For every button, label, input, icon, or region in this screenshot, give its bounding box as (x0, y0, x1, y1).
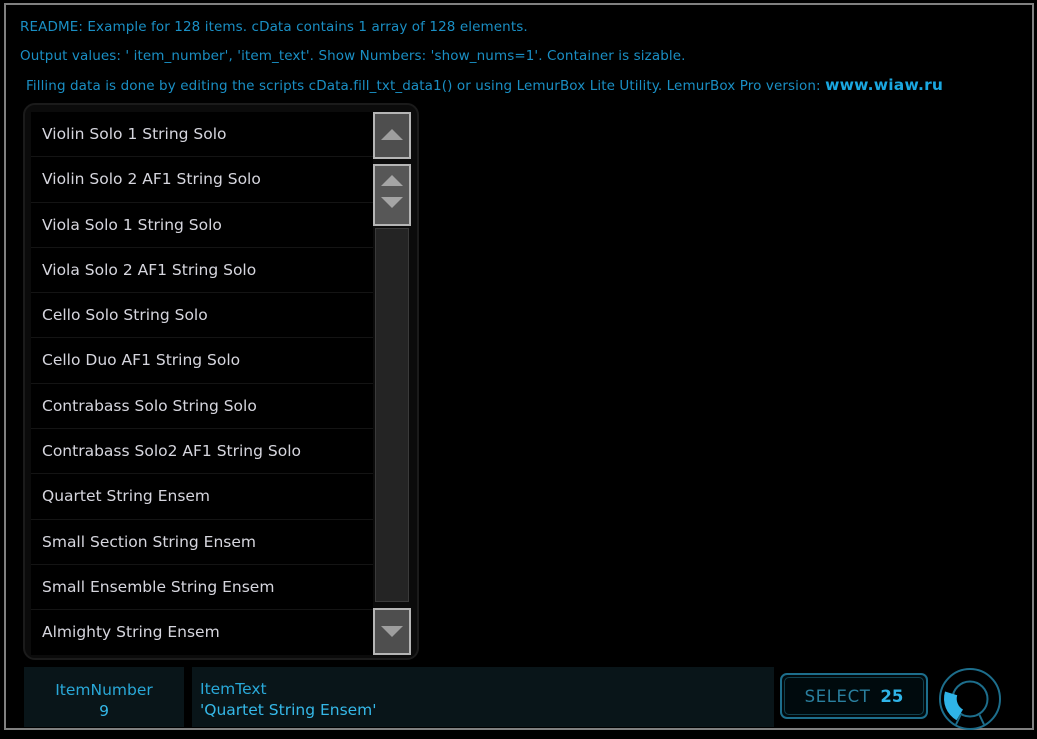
website-link[interactable]: www.wiaw.ru (825, 76, 943, 94)
readme-header: README: Example for 128 items. cData con… (18, 13, 1018, 101)
window-frame: README: Example for 128 items. cData con… (4, 3, 1034, 730)
scroll-up-button[interactable] (373, 112, 411, 159)
select-button[interactable]: SELECT 25 (780, 673, 928, 719)
list-item[interactable]: Contrabass Solo2 AF1 String Solo (31, 429, 373, 475)
list-item[interactable]: Quartet String Ensem (31, 474, 373, 520)
item-text-value: 'Quartet String Ensem' (200, 701, 377, 719)
item-text-panel: ItemText 'Quartet String Ensem' (192, 667, 774, 727)
item-number-label: ItemNumber (55, 681, 153, 699)
item-text-label: ItemText (200, 680, 267, 698)
list-item[interactable]: Small Section String Ensem (31, 519, 373, 565)
list-item[interactable]: Cello Solo String Solo (31, 293, 373, 339)
list-item[interactable]: Violin Solo 2 AF1 String Solo (31, 157, 373, 203)
triangle-up-icon (381, 129, 403, 140)
item-number-panel: ItemNumber 9 (24, 667, 184, 727)
readme-line-1: README: Example for 128 items. cData con… (20, 19, 528, 35)
scroll-down-button[interactable] (373, 608, 411, 655)
readme-line-3: Filling data is done by editing the scri… (18, 71, 1018, 101)
select-button-label: SELECT (804, 686, 871, 706)
select-button-value: 25 (880, 686, 904, 706)
item-list-viewport[interactable]: Violin Solo 1 String Solo Violin Solo 2 … (31, 112, 373, 655)
rotary-knob-icon (939, 668, 1001, 730)
item-list-container[interactable]: Violin Solo 1 String Solo Violin Solo 2 … (23, 103, 419, 660)
scrollbar-thumb[interactable] (373, 164, 411, 226)
readme-line-2: Output values: ' item_number', 'item_tex… (20, 48, 686, 64)
list-item[interactable]: Violin Solo 1 String Solo (31, 112, 373, 158)
triangle-down-icon (381, 626, 403, 637)
list-scrollbar[interactable] (373, 112, 411, 655)
list-item[interactable]: Cello Duo AF1 String Solo (31, 338, 373, 384)
list-item[interactable]: Almighty String Ensem (31, 610, 373, 655)
list-item[interactable]: Viola Solo 1 String Solo (31, 202, 373, 248)
item-number-value: 9 (99, 702, 109, 720)
triangle-up-icon (381, 175, 403, 186)
readme-line-3-text: Filling data is done by editing the scri… (26, 78, 821, 94)
rotary-knob[interactable] (934, 663, 1006, 735)
bottom-output-bar: ItemNumber 9 ItemText 'Quartet String En… (14, 665, 1032, 729)
app-window: README: Example for 128 items. cData con… (0, 0, 1037, 733)
triangle-down-icon (381, 197, 403, 208)
scrollbar-track[interactable] (375, 228, 409, 602)
list-item[interactable]: Viola Solo 2 AF1 String Solo (31, 247, 373, 294)
list-item[interactable]: Small Ensemble String Ensem (31, 564, 373, 611)
list-item[interactable]: Contrabass Solo String Solo (31, 383, 373, 430)
